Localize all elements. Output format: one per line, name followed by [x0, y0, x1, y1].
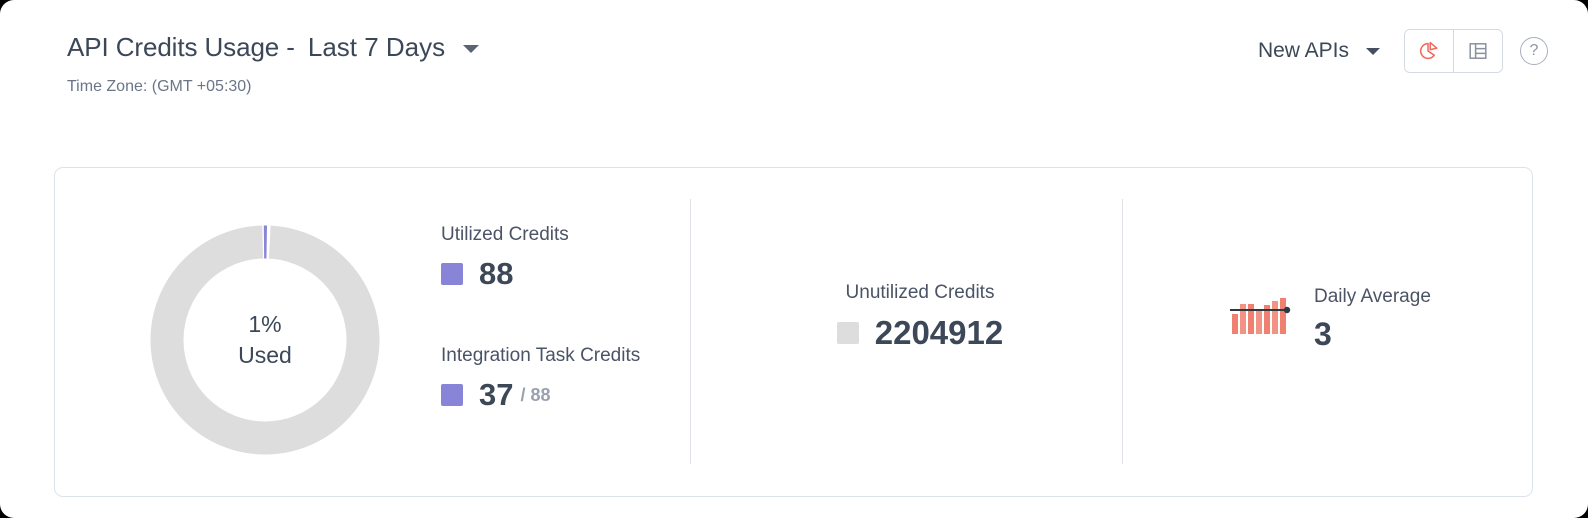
help-icon[interactable]: ?: [1520, 37, 1548, 65]
title-block: API Credits Usage - Last 7 Days Time Zon…: [67, 28, 480, 96]
stat-label: Utilized Credits: [441, 224, 569, 245]
daily-average-sparkline: [1230, 296, 1292, 341]
legend-spacer: [441, 289, 681, 345]
credits-legend-column: Utilized Credits 88 Integration Task Cre…: [441, 224, 681, 410]
table-view-button[interactable]: [1453, 30, 1502, 72]
page-title: API Credits Usage -: [67, 31, 295, 62]
period-selector-label[interactable]: Last 7 Days: [308, 32, 445, 63]
color-swatch: [836, 321, 859, 344]
stat-value-row: 37 / 88: [441, 379, 681, 410]
page-header: API Credits Usage - Last 7 Days Time Zon…: [0, 0, 1588, 140]
stat-denominator: / 88: [520, 384, 551, 405]
donut-center-text: 1% Used: [149, 224, 381, 456]
stat-value: 2204912: [874, 314, 1004, 351]
card-divider-2: [1122, 199, 1123, 464]
stat-label: Unutilized Credits: [845, 282, 995, 303]
stat-unutilized-credits: Unutilized Credits 2204912: [755, 282, 1085, 349]
stat-value: 3: [1314, 316, 1332, 352]
timezone-label: Time Zone: (GMT +05:30): [67, 78, 252, 95]
stat-daily-average: Daily Average 3: [1230, 286, 1431, 350]
view-toggle-group: [1404, 29, 1503, 73]
stat-label: Integration Task Credits: [441, 345, 641, 366]
stat-utilized-credits: Utilized Credits 88: [441, 224, 681, 289]
donut-percent: 1%: [248, 311, 282, 338]
stat-label: Daily Average: [1314, 286, 1431, 307]
sparkline-bar-chart-icon: [1230, 298, 1291, 334]
header-controls: New APIs ?: [1258, 28, 1548, 74]
stat-value: 37: [479, 377, 514, 412]
chevron-down-icon[interactable]: [463, 44, 480, 53]
api-credits-usage-page: API Credits Usage - Last 7 Days Time Zon…: [0, 0, 1588, 518]
stat-value-row: 2204912: [755, 316, 1085, 349]
help-glyph: ?: [1529, 42, 1539, 59]
pie-chart-view-button[interactable]: [1405, 30, 1453, 72]
donut-used-label: Used: [238, 342, 292, 368]
usage-donut-chart: 1% Used: [149, 224, 381, 456]
table-icon: [1469, 43, 1487, 59]
page-title-row: API Credits Usage - Last 7 Days: [67, 28, 480, 66]
stat-integration-task-credits: Integration Task Credits 37 / 88: [441, 345, 681, 410]
stat-value-row: 88: [441, 258, 681, 289]
stat-value: 88: [479, 256, 514, 291]
daily-average-text: Daily Average 3: [1314, 286, 1431, 350]
color-swatch: [441, 262, 463, 285]
api-scope-selector-label[interactable]: New APIs: [1258, 39, 1349, 63]
pie-chart-icon: [1419, 41, 1438, 60]
card-divider-1: [690, 199, 691, 464]
color-swatch: [441, 383, 463, 406]
chevron-down-icon-scope[interactable]: [1366, 47, 1380, 55]
usage-summary-card: 1% Used Utilized Credits 88 Integration …: [54, 167, 1533, 497]
